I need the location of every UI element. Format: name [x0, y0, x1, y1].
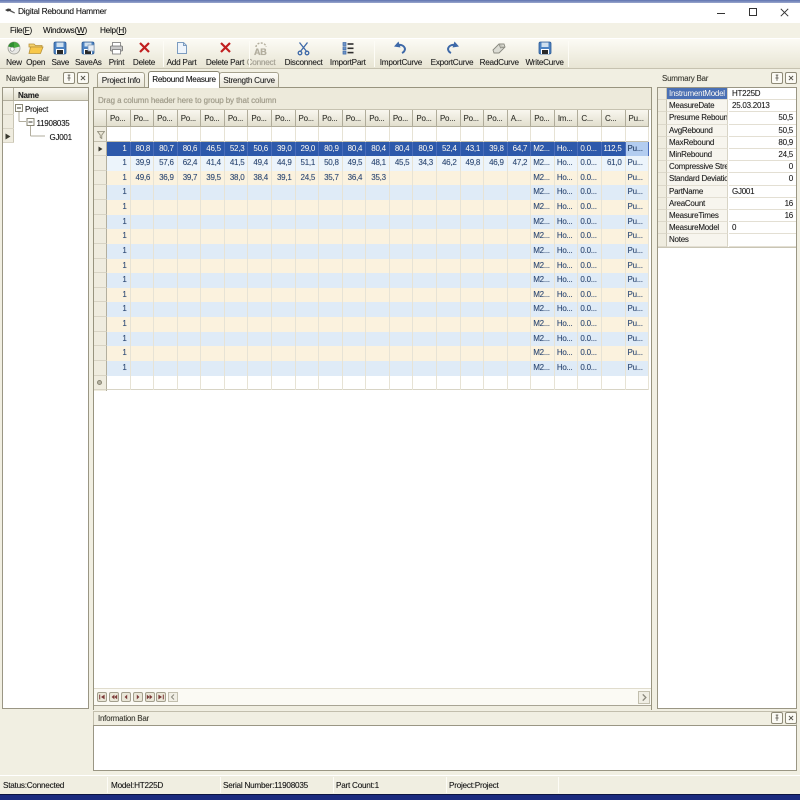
svg-text:AB: AB [254, 47, 267, 56]
